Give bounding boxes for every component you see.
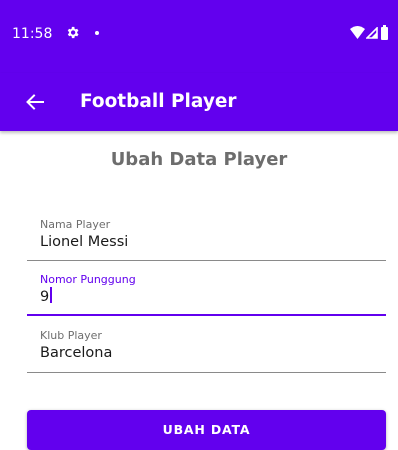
name-field-label: Nama Player bbox=[40, 218, 111, 231]
page-title: Ubah Data Player bbox=[110, 149, 288, 170]
club-field-label: Klub Player bbox=[40, 329, 102, 342]
number-field-text: 9 bbox=[40, 289, 50, 305]
club-field[interactable]: Klub Player Barcelona bbox=[27, 322, 386, 374]
number-field-label: Nomor Punggung bbox=[40, 273, 136, 286]
signal-icon bbox=[366, 27, 378, 39]
app-bar: Football Player bbox=[0, 73, 398, 131]
arrow-back-icon[interactable] bbox=[25, 92, 45, 112]
status-time: 11:58 bbox=[12, 26, 53, 42]
name-field[interactable]: Nama Player Lionel Messi bbox=[27, 212, 386, 262]
wifi-icon bbox=[350, 26, 365, 39]
battery-icon bbox=[381, 25, 388, 40]
notification-dot-icon bbox=[95, 31, 99, 35]
club-field-value: Barcelona bbox=[40, 345, 113, 361]
gear-icon bbox=[65, 25, 80, 40]
number-field[interactable]: Nomor Punggung 9 bbox=[27, 266, 386, 318]
update-data-button[interactable]: UBAH DATA bbox=[27, 410, 386, 450]
number-field-value: 9 bbox=[40, 287, 53, 306]
text-cursor bbox=[50, 287, 53, 303]
status-bar: 11:58 bbox=[0, 0, 398, 73]
club-field-underline bbox=[27, 372, 386, 373]
app-bar-title: Football Player bbox=[80, 91, 237, 112]
name-field-underline bbox=[27, 260, 386, 261]
number-field-underline bbox=[27, 314, 386, 316]
name-field-value: Lionel Messi bbox=[40, 234, 129, 250]
